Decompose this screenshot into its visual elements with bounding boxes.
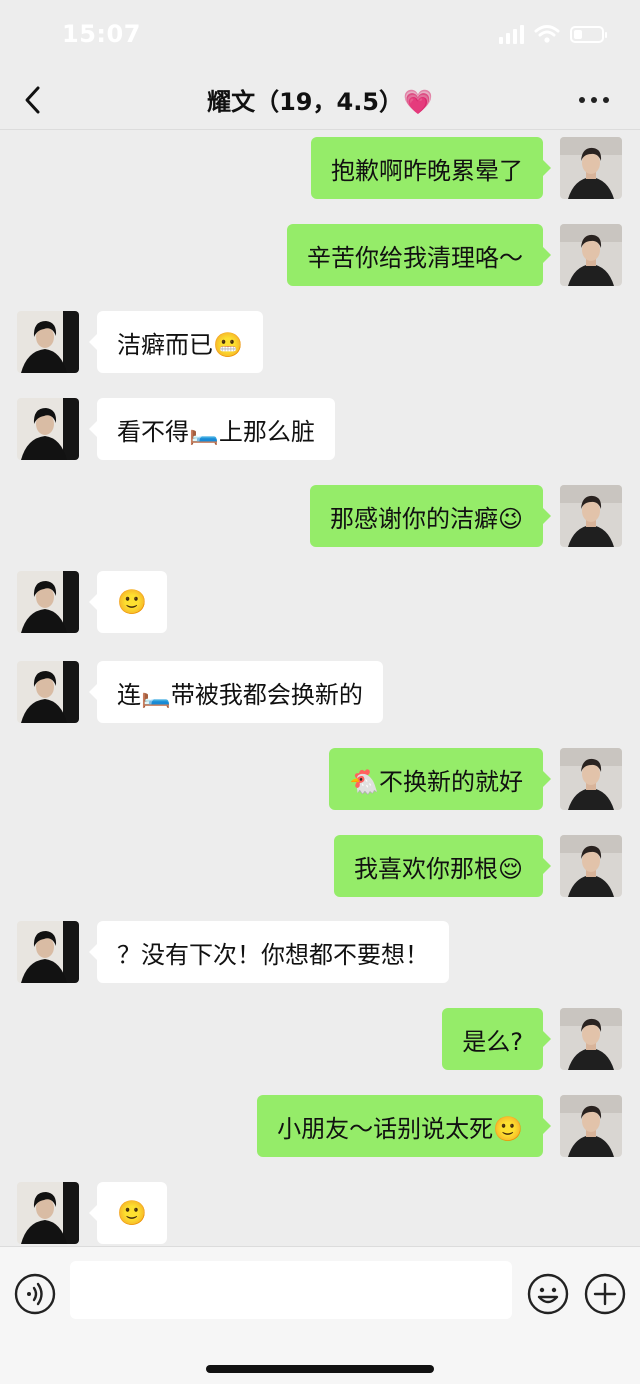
avatar[interactable]: [560, 1008, 622, 1070]
avatar[interactable]: [17, 571, 79, 633]
avatar[interactable]: [560, 485, 622, 547]
message-bubble[interactable]: 🙂: [89, 1182, 167, 1244]
message-bubble[interactable]: 是么?: [442, 1008, 551, 1070]
message-bubble[interactable]: 看不得🛏️上那么脏: [89, 398, 335, 460]
message-bubble[interactable]: 抱歉啊昨晚累晕了: [311, 137, 551, 199]
avatar[interactable]: [17, 398, 79, 460]
plus-icon: [584, 1273, 626, 1315]
avatar[interactable]: [560, 748, 622, 810]
message-row-sent: 🐔不换新的就好: [0, 748, 640, 810]
message-row-received: 🙂: [0, 571, 640, 633]
more-button[interactable]: [574, 90, 614, 110]
voice-button[interactable]: [14, 1273, 56, 1315]
message-input[interactable]: [70, 1261, 512, 1319]
status-time: 15:07: [62, 20, 141, 48]
more-dot: [591, 97, 597, 103]
plus-button[interactable]: [584, 1273, 626, 1315]
more-horizontal-icon: [579, 97, 585, 103]
message-row-received: 🙂: [0, 1182, 640, 1244]
message-row-received: 洁癖而已😬: [0, 311, 640, 373]
avatar[interactable]: [560, 224, 622, 286]
emoji-button[interactable]: [527, 1273, 569, 1315]
emoji-icon: [527, 1273, 569, 1315]
avatar[interactable]: [17, 921, 79, 983]
message-row-received: ？没有下次！你想都不要想！: [0, 921, 640, 983]
message-bubble[interactable]: 连🛏️带被我都会换新的: [89, 661, 383, 723]
avatar[interactable]: [17, 311, 79, 373]
status-bar: 15:07: [0, 0, 640, 70]
message-row-sent: 小朋友～话别说太死🙂: [0, 1095, 640, 1157]
message-bubble[interactable]: 我喜欢你那根😌: [333, 835, 552, 897]
message-row-sent: 辛苦你给我清理咯～: [0, 224, 640, 286]
home-indicator: [206, 1365, 434, 1373]
battery-icon: [570, 25, 607, 43]
message-bubble[interactable]: 辛苦你给我清理咯～: [287, 224, 551, 286]
avatar[interactable]: [17, 661, 79, 723]
signal-icon: [499, 24, 524, 44]
message-bubble[interactable]: 🙂: [89, 571, 167, 633]
message-bubble[interactable]: 洁癖而已😬: [89, 311, 263, 373]
message-row-received: 看不得🛏️上那么脏: [0, 398, 640, 460]
more-dot: [603, 97, 609, 103]
message-bubble[interactable]: 🐔不换新的就好: [329, 748, 551, 810]
avatar[interactable]: [17, 1182, 79, 1244]
wifi-icon: [534, 25, 560, 43]
message-bubble[interactable]: 那感谢你的洁癖😉: [309, 485, 552, 547]
message-row-sent: 那感谢你的洁癖😉: [0, 485, 640, 547]
avatar[interactable]: [560, 835, 622, 897]
message-row-sent: 我喜欢你那根😌: [0, 835, 640, 897]
message-row-sent: 抱歉啊昨晚累晕了: [0, 137, 640, 199]
avatar[interactable]: [560, 137, 622, 199]
message-bubble[interactable]: 小朋友～话别说太死🙂: [257, 1095, 551, 1157]
message-row-received: 连🛏️带被我都会换新的: [0, 661, 640, 723]
voice-icon: [14, 1273, 56, 1315]
avatar[interactable]: [560, 1095, 622, 1157]
message-list[interactable]: 抱歉啊昨晚累晕了辛苦你给我清理咯～ 洁癖而已😬 看不得🛏️上那么脏那感谢你的洁癖😉 🙂…: [0, 130, 640, 1246]
message-bubble[interactable]: ？没有下次！你想都不要想！: [89, 921, 449, 983]
chat-title: 耀文（19，4.5）💗: [207, 88, 433, 116]
message-row-sent: 是么?: [0, 1008, 640, 1070]
chat-header: 耀文（19，4.5）💗: [0, 70, 640, 130]
input-bar: [0, 1246, 640, 1384]
status-icons: [499, 24, 607, 44]
